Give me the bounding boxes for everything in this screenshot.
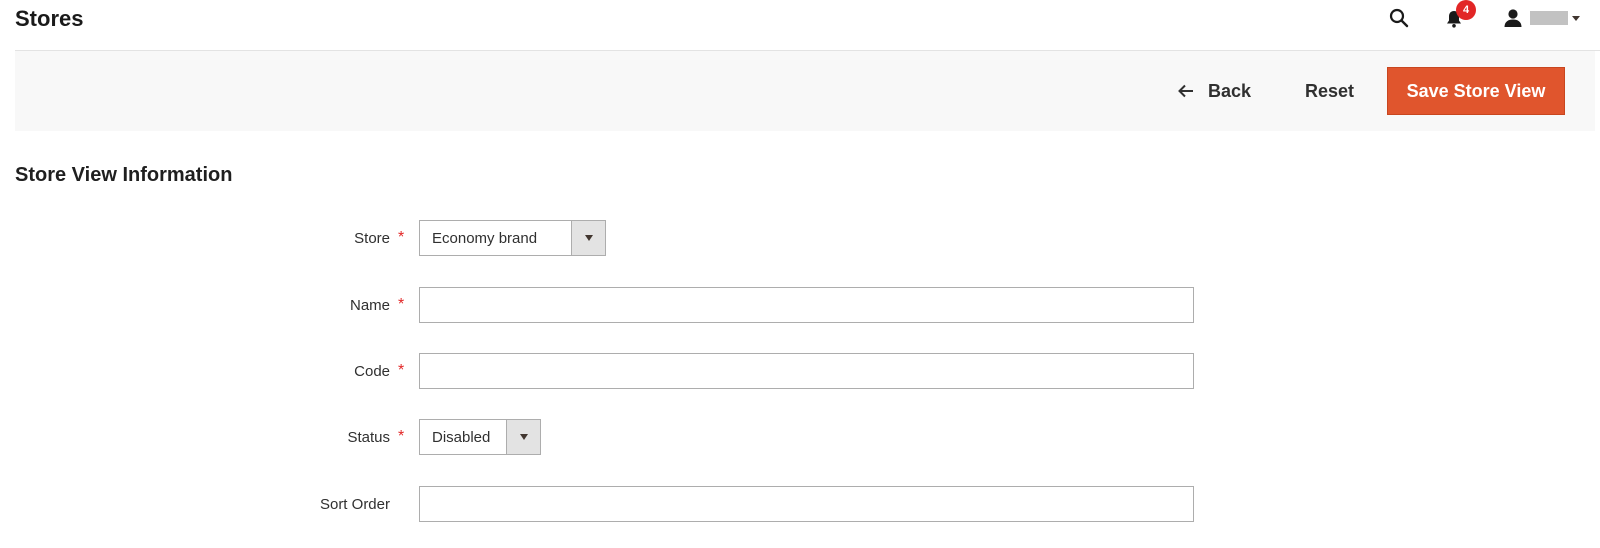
store-field: Store * Economy brand <box>0 220 1200 256</box>
sort-order-field: Sort Order <box>0 486 1200 522</box>
required-indicator: * <box>398 296 405 313</box>
required-indicator: * <box>398 229 405 246</box>
arrow-left-icon <box>1178 84 1194 98</box>
header-actions: 4 <box>1388 0 1580 36</box>
store-select[interactable]: Economy brand <box>419 220 606 256</box>
status-label: Status <box>347 428 390 446</box>
notifications-button[interactable]: 4 <box>1444 0 1476 29</box>
user-icon <box>1504 9 1522 27</box>
name-field: Name * <box>0 287 1200 323</box>
code-input[interactable] <box>419 353 1194 389</box>
sort-order-input[interactable] <box>419 486 1194 522</box>
caret-down-icon <box>1572 15 1580 21</box>
caret-down-icon <box>506 420 540 454</box>
caret-down-icon <box>571 221 605 255</box>
status-field: Status * Disabled <box>0 419 1200 455</box>
code-label: Code <box>354 362 390 380</box>
store-label: Store <box>354 229 390 247</box>
user-name-redacted <box>1530 11 1568 25</box>
back-button[interactable]: Back <box>1178 79 1251 103</box>
save-store-view-button[interactable]: Save Store View <box>1387 67 1565 115</box>
page-actions-bar: Back Reset Save Store View <box>15 51 1595 131</box>
store-select-value: Economy brand <box>432 229 538 247</box>
back-button-label: Back <box>1208 80 1252 101</box>
required-indicator: * <box>398 362 405 379</box>
required-indicator: * <box>398 428 405 445</box>
sort-order-label: Sort Order <box>319 495 390 513</box>
status-select-value: Disabled <box>432 428 491 446</box>
search-icon[interactable] <box>1388 7 1410 29</box>
name-label: Name <box>349 296 390 314</box>
section-title: Store View Information <box>15 164 233 186</box>
reset-button[interactable]: Reset <box>1305 79 1354 103</box>
notifications-count-badge: 4 <box>1456 0 1476 20</box>
page-title: Stores <box>15 6 84 31</box>
code-field: Code * <box>0 353 1200 389</box>
name-input[interactable] <box>419 287 1194 323</box>
status-select[interactable]: Disabled <box>419 419 541 455</box>
account-menu[interactable] <box>1502 7 1580 29</box>
